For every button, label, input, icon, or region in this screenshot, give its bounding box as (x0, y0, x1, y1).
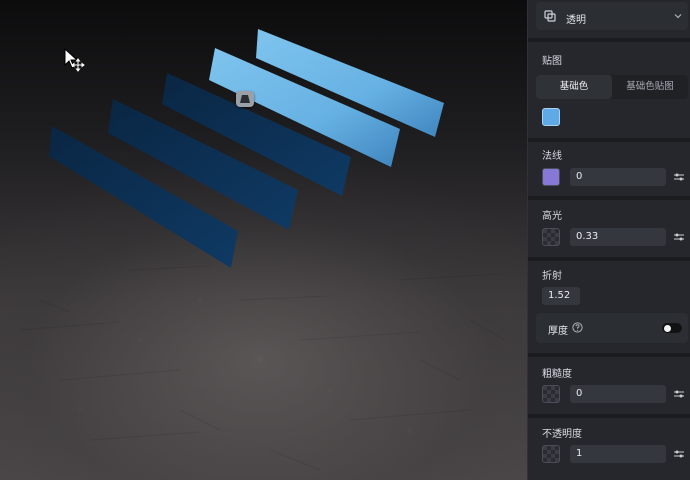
tab-base-color[interactable]: 基础色 (536, 75, 612, 99)
sliders-icon[interactable] (673, 232, 685, 242)
divider (528, 38, 690, 42)
refraction-label: 折射 (542, 271, 562, 282)
chevron-down-icon (674, 14, 682, 19)
normal-value-field[interactable]: 0 (570, 168, 666, 186)
divider (528, 257, 690, 261)
specular-label: 高光 (542, 211, 562, 222)
normal-label: 法线 (542, 151, 562, 162)
thickness-toggle[interactable] (662, 323, 682, 333)
layers-icon (544, 10, 556, 22)
roughness-label: 粗糙度 (542, 369, 572, 380)
sliders-icon[interactable] (673, 389, 685, 399)
roughness-map-swatch[interactable] (542, 385, 560, 403)
move-cursor-icon (64, 48, 85, 72)
opacity-value-field[interactable]: 1 (570, 445, 666, 463)
material-properties-panel: 透明 贴图 基础色 基础色贴图 法线 0 高光 0.33 折射 1.52 厚度 (527, 0, 690, 480)
roughness-value-field[interactable]: 0 (570, 385, 666, 403)
divider (528, 196, 690, 200)
help-icon[interactable] (572, 322, 583, 333)
specular-map-swatch[interactable] (542, 228, 560, 246)
base-color-swatch[interactable] (542, 108, 560, 126)
opacity-label: 不透明度 (542, 429, 582, 440)
anchor-handle-icon[interactable] (236, 91, 254, 107)
opacity-map-swatch[interactable] (542, 445, 560, 463)
sliders-icon[interactable] (673, 172, 685, 182)
3d-viewport[interactable] (0, 0, 527, 480)
divider (528, 138, 690, 142)
tab-base-color-map[interactable]: 基础色贴图 (612, 75, 688, 99)
texture-tabs: 基础色 基础色贴图 (536, 75, 688, 99)
thickness-row: 厚度 (536, 313, 688, 343)
material-mode-label: 透明 (566, 15, 586, 26)
toggle-knob (664, 324, 671, 332)
normal-swatch[interactable] (542, 168, 560, 186)
thickness-label: 厚度 (548, 326, 568, 337)
specular-value-field[interactable]: 0.33 (570, 228, 666, 246)
divider (528, 353, 690, 357)
material-mode-select[interactable]: 透明 (536, 2, 688, 30)
divider (528, 414, 690, 418)
sliders-icon[interactable] (673, 449, 685, 459)
refraction-value-field[interactable]: 1.52 (542, 287, 580, 305)
texture-section-label: 贴图 (542, 56, 562, 67)
